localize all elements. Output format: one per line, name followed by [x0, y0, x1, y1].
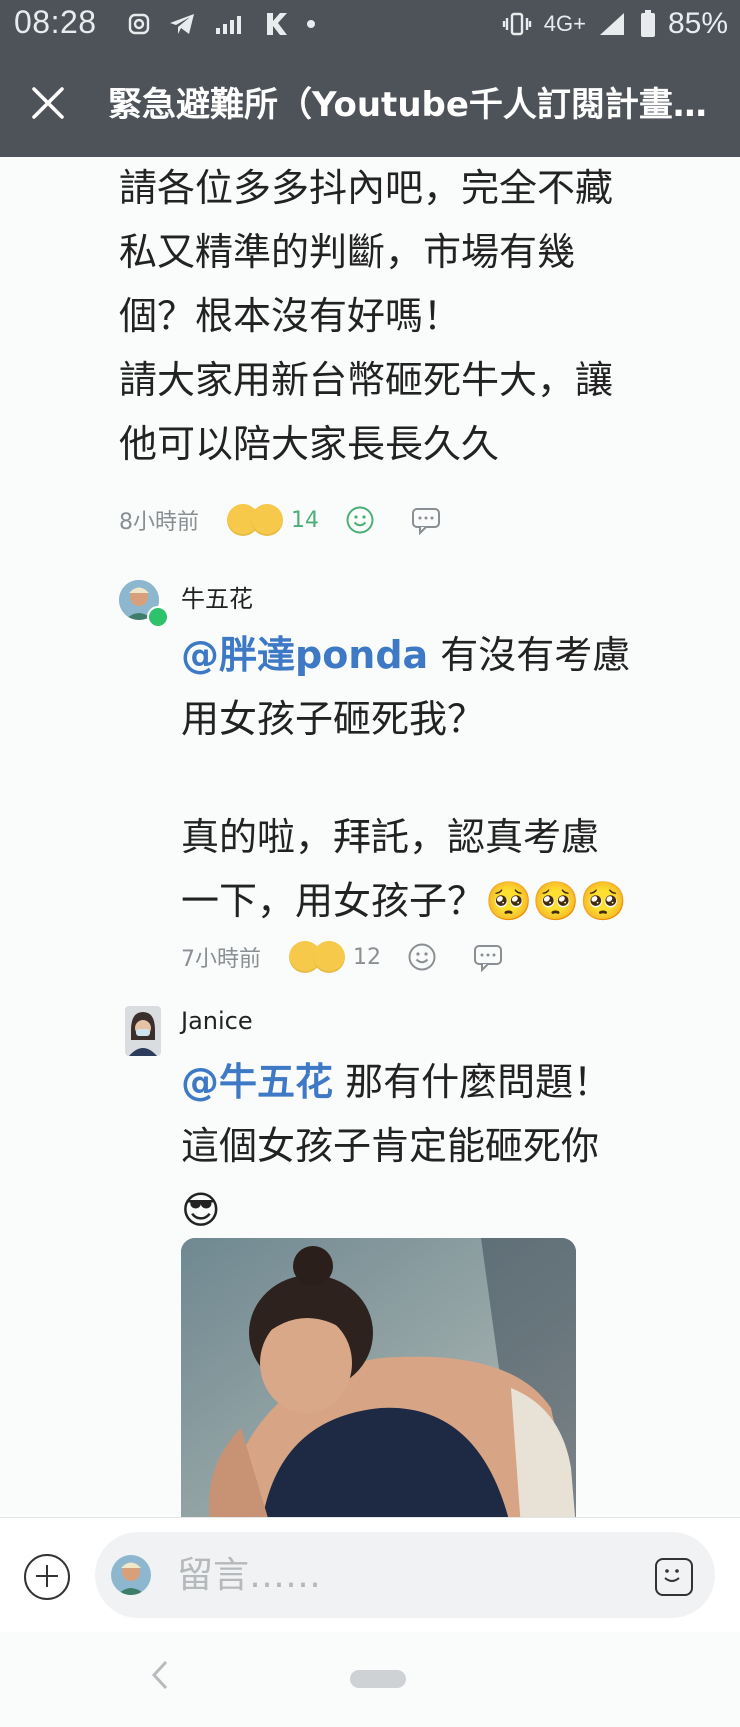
emoji-picker-button[interactable]	[655, 1558, 693, 1596]
add-reaction-icon[interactable]	[407, 942, 437, 972]
photo-image	[181, 1238, 576, 1517]
dot-icon	[307, 20, 315, 28]
comment-line: 請大家用新台幣砸死牛大，讓	[119, 358, 614, 402]
comment-photo[interactable]	[181, 1238, 576, 1517]
page-title: 緊急避難所（Youtube千人訂閱計畫…	[108, 85, 707, 125]
comment-thread[interactable]: 請各位多多抖內吧，完全不藏 私又精準的判斷，市場有幾 個？根本沒有好嗎！ 請大家…	[0, 157, 740, 1517]
reaction-count: 14	[291, 507, 319, 533]
comment-line: 那有什麼問題！	[333, 1060, 612, 1104]
comment-2-text: @胖達ponda 有沒有考慮 用女孩子砸死我？ 真的啦，拜託，認真考慮 一下，用…	[181, 623, 736, 933]
laugh-emoji-icon	[251, 504, 283, 536]
reaction-summary[interactable]: 14	[227, 504, 319, 536]
notification-icons	[128, 6, 316, 42]
emoji-icon	[664, 1569, 680, 1582]
comment-3-text: @牛五花 那有什麼問題！ 這個女孩子肯定能砸死你 😎	[181, 1050, 736, 1242]
reaction-summary[interactable]: 12	[289, 941, 381, 973]
signal-bars-icon	[216, 16, 241, 34]
reply-icon[interactable]	[473, 942, 503, 972]
instagram-icon	[128, 13, 150, 35]
surprised-emoji-icon	[313, 941, 345, 973]
verified-badge	[147, 606, 169, 628]
comment-line: 請各位多多抖內吧，完全不藏	[119, 166, 614, 210]
add-attachment-button[interactable]	[24, 1554, 70, 1600]
cell-signal-icon	[599, 13, 624, 35]
comment-line: 這個女孩子肯定能砸死你	[181, 1124, 600, 1168]
user-avatar-icon	[125, 1006, 161, 1056]
user-mention[interactable]: @牛五花	[181, 1060, 333, 1104]
comment-line	[181, 751, 736, 805]
comment-1-meta: 8小時前 14	[119, 498, 441, 542]
battery-percent: 85%	[667, 7, 728, 40]
back-icon[interactable]	[150, 1660, 170, 1690]
home-button[interactable]	[350, 1670, 406, 1688]
comment-timestamp: 8小時前	[119, 510, 199, 535]
k-app-icon	[267, 13, 287, 35]
comment-timestamp: 7小時前	[181, 947, 261, 972]
comment-line: 他可以陪大家長長久久	[119, 422, 500, 466]
comment-username[interactable]: Janice	[181, 1007, 253, 1035]
reply-icon[interactable]	[411, 505, 441, 535]
user-mention[interactable]: @胖達ponda	[181, 633, 428, 677]
comment-line: 一下，用女孩子？🥺🥺🥺	[181, 879, 627, 923]
comment-1-text: 請各位多多抖內吧，完全不藏 私又精準的判斷，市場有幾 個？根本沒有好嗎！ 請大家…	[119, 157, 729, 476]
user-avatar-icon	[111, 1555, 151, 1595]
comment-2-meta: 7小時前 12	[181, 935, 503, 979]
comment-line: 真的啦，拜託，認真考慮	[181, 815, 600, 859]
status-time: 08:28	[14, 4, 97, 40]
comment-line: 😎	[181, 1188, 221, 1232]
comment-field[interactable]	[95, 1532, 715, 1618]
vibrate-icon	[502, 12, 531, 36]
telegram-icon	[170, 14, 194, 34]
reaction-count: 12	[353, 944, 381, 970]
comment-line: 有沒有考慮	[428, 633, 631, 677]
comment-username[interactable]: 牛五花	[181, 579, 253, 614]
comment-input[interactable]	[175, 1546, 579, 1604]
network-type: 4G+	[543, 11, 586, 36]
comment-line: 私又精準的判斷，市場有幾	[119, 230, 576, 274]
avatar	[111, 1555, 151, 1595]
add-reaction-icon[interactable]	[345, 505, 375, 535]
comment-line: 個？根本沒有好嗎！	[119, 294, 462, 338]
battery-icon	[640, 10, 655, 37]
close-icon[interactable]	[26, 81, 70, 125]
status-bar: 08:28 4G+ 85%	[0, 0, 740, 47]
system-nav-bar	[0, 1632, 740, 1727]
comment-line: 用女孩子砸死我？	[181, 697, 486, 741]
comment-input-bar	[0, 1517, 740, 1633]
app-bar: 緊急避難所（Youtube千人訂閱計畫…	[0, 47, 740, 157]
avatar[interactable]	[125, 1006, 161, 1056]
status-right: 4G+ 85%	[502, 4, 728, 44]
